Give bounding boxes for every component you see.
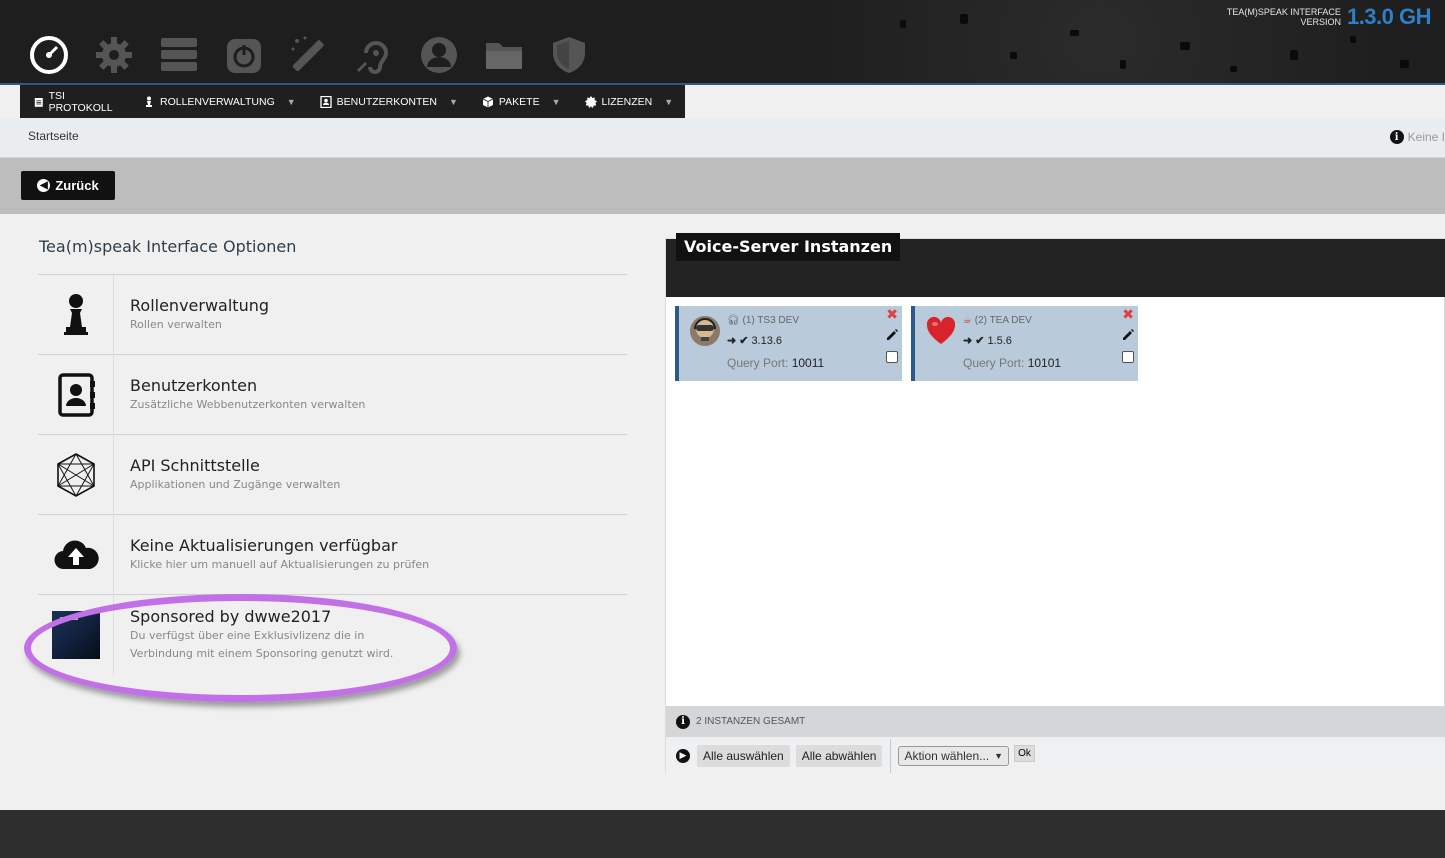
chevron-down-icon[interactable]: ▼ (552, 97, 561, 107)
check-icon: ✔ (975, 335, 985, 347)
option-updates[interactable]: Keine Aktualisierungen verfügbar Klicke … (38, 514, 627, 595)
version-label: TEA(M)SPEAK INTERFACE VERSION (1226, 7, 1341, 27)
option-title: API Schnittstelle (130, 455, 260, 475)
chevron-down-icon[interactable]: ▼ (664, 97, 673, 107)
folder-icon[interactable] (483, 34, 525, 76)
instance-checkbox[interactable] (1122, 351, 1134, 363)
menu-rollenverwaltung[interactable]: ROLLENVERWALTUNG ▼ (123, 85, 312, 118)
delete-icon[interactable]: ✖ (886, 307, 898, 323)
instances-actions: ▶ Alle auswählen Alle abwählen Aktion wä… (666, 737, 1445, 774)
panel-title: Voice-Server Instanzen (676, 233, 901, 261)
magic-wand-icon[interactable] (288, 34, 330, 76)
menu-lizenzen[interactable]: LIZENZEN ▼ (577, 85, 690, 118)
arrow-left-circle-icon: ◀ (37, 179, 51, 192)
query-port: Query Port: 10101 (963, 356, 1062, 370)
address-book-icon (57, 372, 95, 417)
sign-in-icon[interactable]: ➜ (727, 334, 736, 347)
option-desc: Zusätzliche Webbenutzerkonten verwalten (130, 397, 366, 411)
shield-icon[interactable] (548, 34, 590, 76)
menu-pakete[interactable]: PAKETE ▼ (474, 85, 577, 118)
power-icon[interactable] (223, 34, 265, 76)
back-button[interactable]: ◀ Zurück (21, 171, 115, 200)
instance-version: ➜ ✔ 3.13.6 (727, 334, 783, 348)
divider (890, 738, 892, 773)
hearing-icon[interactable] (353, 34, 395, 76)
version-info: TEA(M)SPEAK INTERFACE VERSION 1.3.0 GH (1226, 4, 1432, 30)
instance-version: ➜ ✔ 1.5.6 (963, 334, 1012, 348)
interface-options: Tea(m)speak Interface Optionen Rollenver… (38, 236, 627, 675)
top-icon-bar (28, 34, 590, 76)
sign-in-icon[interactable]: ➜ (963, 334, 972, 347)
option-desc: Applikationen und Zugänge verwalten (130, 477, 341, 491)
address-book-icon (320, 95, 332, 108)
cloud-upload-icon (53, 540, 99, 569)
api-network-icon (56, 452, 95, 497)
instance-name: 🎧︎ (1) TS3 DEV (727, 315, 799, 326)
breadcrumb: Startseite i Keine I (0, 118, 1445, 158)
option-benutzerkonten[interactable]: Benutzerkonten Zusätzliche Webbenutzerko… (38, 354, 627, 435)
voice-server-panel: Voice-Server Instanzen 🎧︎ (1) TS3 DEV ➜ … (665, 233, 1445, 774)
option-desc: Du verfügst über eine Exklusivlizenz die… (130, 628, 394, 660)
query-port: Query Port: 10011 (727, 356, 825, 370)
deselect-all-button[interactable]: Alle abwählen (795, 744, 883, 767)
page-footer (0, 810, 1445, 858)
info-icon: i (1389, 130, 1404, 144)
instance-card[interactable]: 🎧︎ (1) TS3 DEV ➜ ✔ 3.13.6 Query Port: 10… (675, 306, 902, 381)
clipboard-icon (34, 97, 43, 107)
menu-benutzerkonten[interactable]: BENUTZERKONTEN ▼ (312, 85, 474, 118)
breadcrumb-home[interactable]: Startseite (28, 129, 79, 143)
option-title: Rollenverwaltung (130, 295, 269, 315)
option-desc: Klicke hier um manuell auf Aktualisierun… (130, 557, 430, 571)
options-title: Tea(m)speak Interface Optionen (39, 237, 297, 256)
option-sponsored[interactable]: Sponsored by dwwe2017 Du verfügst über e… (38, 594, 627, 675)
chess-pawn-icon (63, 293, 88, 335)
instance-name: ☕︎ (2) TEA DEV (963, 315, 1032, 326)
chess-pawn-icon (145, 96, 152, 107)
top-header: TEA(M)SPEAK INTERFACE VERSION 1.3.0 GH (0, 0, 1445, 85)
menu-tsi-protokoll[interactable]: TSI PROTOKOLL (20, 85, 123, 118)
ok-button[interactable]: Ok (1014, 745, 1035, 762)
dashboard-icon[interactable] (28, 34, 70, 76)
instance-card[interactable]: ☕︎ (2) TEA DEV ➜ ✔ 1.5.6 Query Port: 101… (911, 306, 1138, 381)
cube-icon (482, 96, 494, 107)
chevron-down-icon[interactable]: ▼ (287, 97, 296, 107)
delete-icon[interactable]: ✖ (1122, 307, 1134, 323)
option-desc: Rollen verwalten (130, 317, 222, 331)
chevron-down-icon: ▼ (994, 750, 1004, 761)
option-api-schnittstelle[interactable]: API Schnittstelle Applikationen und Zugä… (38, 434, 627, 515)
action-select[interactable]: Aktion wählen... ▼ (898, 745, 1010, 766)
action-bar (0, 158, 1445, 214)
option-title: Keine Aktualisierungen verfügbar (130, 535, 398, 555)
notification-info[interactable]: i Keine I (1389, 130, 1445, 144)
tea-cup-icon: ☕︎ (963, 315, 975, 326)
instances-summary: i 2 INSTANZEN GESAMT (666, 706, 1445, 737)
instance-checkbox[interactable] (886, 351, 898, 363)
main-menu: TSI PROTOKOLL ROLLENVERWALTUNG ▼ BENUTZE… (20, 85, 685, 118)
server-icon[interactable] (158, 34, 200, 76)
option-title: Sponsored by dwwe2017 (130, 606, 332, 626)
heart-icon (926, 316, 956, 344)
info-icon: i (676, 714, 690, 729)
headset-icon: 🎧︎ (727, 315, 743, 326)
check-icon: ✔ (739, 335, 749, 347)
certificate-icon (584, 95, 597, 108)
ts3-avatar-icon (690, 316, 720, 346)
option-title: Benutzerkonten (130, 375, 258, 395)
option-rollenverwaltung[interactable]: Rollenverwaltung Rollen verwalten (38, 274, 627, 355)
user-icon[interactable] (418, 34, 460, 76)
edit-icon[interactable] (1121, 328, 1135, 342)
chevron-down-icon[interactable]: ▼ (449, 97, 458, 107)
edit-icon[interactable] (885, 328, 899, 342)
select-all-button[interactable]: Alle auswählen (697, 744, 790, 767)
sponsor-thumbnail (51, 610, 100, 659)
gear-icon[interactable] (93, 34, 135, 76)
arrow-right-circle-icon: ▶ (676, 748, 690, 763)
version-number: 1.3.0 GH (1346, 4, 1432, 29)
